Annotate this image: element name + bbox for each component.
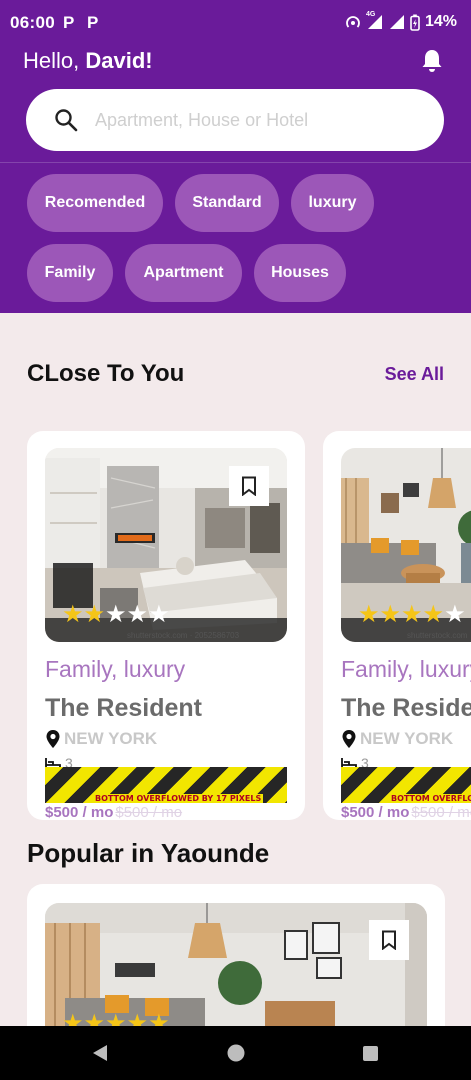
overflow-warning-stripe: BOTTOM OVERFLOWED BY 17 PIXELS: [341, 767, 471, 803]
status-time: 06:00: [10, 13, 55, 32]
greeting: Hello, David!: [23, 48, 153, 74]
property-category: Family, luxury: [341, 656, 471, 682]
filter-chip-apartment[interactable]: Apartment: [125, 244, 242, 302]
filter-chip-family[interactable]: Family: [27, 244, 113, 302]
search-icon: [55, 109, 78, 132]
property-card[interactable]: ★ ★ ★ ★ ★ shutterstock.com Family, luxury Th…: [323, 431, 471, 820]
notification-bell-icon[interactable]: [421, 48, 443, 78]
notification-icon: P: [87, 13, 99, 32]
location-text: NEW YORK: [64, 729, 158, 748]
home-icon[interactable]: [226, 1043, 246, 1063]
section-title-popular: Popular in Yaounde: [27, 838, 270, 868]
filter-chip-luxury[interactable]: luxury: [291, 174, 374, 232]
old-price-text: $500 / mo: [411, 804, 471, 820]
user-name: David!: [85, 48, 153, 73]
notification-icon: P: [63, 13, 75, 32]
bookmark-icon: [382, 930, 396, 950]
location-pin-icon: [46, 730, 60, 748]
status-bar: 06:00 P P 4G 14%: [0, 0, 471, 46]
watermark-text: shutterstock.com · 2052586703: [127, 631, 240, 640]
network-icon: 4G: [366, 11, 384, 30]
see-all-link[interactable]: See All: [385, 364, 444, 385]
property-card[interactable]: ★ ★ ★ ★ ★ shutterstock.com · 2052586703 Fami…: [27, 431, 305, 820]
filter-chip-recomended[interactable]: Recomended: [27, 174, 163, 232]
header-divider: [0, 162, 471, 163]
star-icon: ★: [444, 601, 466, 628]
property-photo: ★ ★ ★ ★ ★ shutterstock.com · 2052586703: [45, 448, 287, 642]
bookmark-button[interactable]: [229, 466, 269, 506]
rating-stars: ★ ★ ★ ★ ★: [358, 603, 466, 627]
popular-property-card[interactable]: ★ ★ ★ ★ ★: [27, 884, 445, 1044]
section-title-close: CLose To You: [27, 360, 185, 387]
search-bar[interactable]: [26, 89, 444, 151]
star-icon: ★: [148, 601, 170, 628]
bookmark-button[interactable]: [369, 920, 409, 960]
price-text: $500 / mo: [45, 804, 114, 820]
property-price: $500 / mo$500 / mo: [341, 804, 471, 820]
property-name: The Resident: [341, 694, 471, 722]
overflow-warning-text: BOTTOM OVERFLOWED BY 17 PIXELS: [93, 794, 264, 803]
property-location: NEW YORK: [341, 729, 453, 749]
location-pin-icon: [342, 730, 356, 748]
property-price: $500 / mo$500 / mo: [45, 804, 182, 820]
star-icon: ★: [83, 601, 106, 628]
battery-level: 14%: [424, 13, 457, 30]
star-icon: ★: [62, 601, 84, 628]
price-text: $500 / mo: [341, 804, 410, 820]
watermark-text: shutterstock.com: [407, 631, 468, 640]
greeting-text: Hello,: [23, 48, 86, 73]
star-icon: ★: [379, 601, 402, 628]
recent-apps-icon[interactable]: [362, 1045, 379, 1062]
old-price-text: $500 / mo: [115, 804, 183, 820]
star-icon: ★: [358, 601, 380, 628]
star-icon: ★: [126, 601, 149, 628]
rating-stars: ★ ★ ★ ★ ★: [62, 603, 170, 627]
bookmark-icon: [242, 476, 256, 496]
filter-chip-standard[interactable]: Standard: [175, 174, 279, 232]
star-icon: ★: [105, 601, 127, 628]
header: 06:00 P P 4G 14% Hello, David! Recomende…: [0, 0, 471, 313]
property-name: The Resident: [45, 694, 202, 722]
property-category: Family, luxury: [45, 656, 186, 682]
status-icons: 4G 14%: [345, 11, 457, 31]
property-photo: ★ ★ ★ ★ ★: [45, 903, 427, 1044]
system-nav-bar: [0, 1026, 471, 1080]
hotspot-icon: [346, 16, 360, 28]
overflow-warning-stripe: BOTTOM OVERFLOWED BY 17 PIXELS: [45, 767, 287, 803]
battery-icon: [410, 14, 420, 31]
search-input[interactable]: [95, 105, 415, 135]
back-icon[interactable]: [91, 1043, 109, 1063]
overflow-warning-text: BOTTOM OVERFLOWED BY 17 PIXELS: [389, 794, 471, 803]
location-text: NEW YORK: [360, 729, 454, 748]
signal-icon: [389, 15, 404, 29]
star-icon: ★: [401, 601, 423, 628]
property-location: NEW YORK: [45, 729, 157, 749]
property-photo: ★ ★ ★ ★ ★ shutterstock.com: [341, 448, 471, 642]
star-icon: ★: [422, 601, 445, 628]
filter-chip-houses[interactable]: Houses: [254, 244, 346, 302]
